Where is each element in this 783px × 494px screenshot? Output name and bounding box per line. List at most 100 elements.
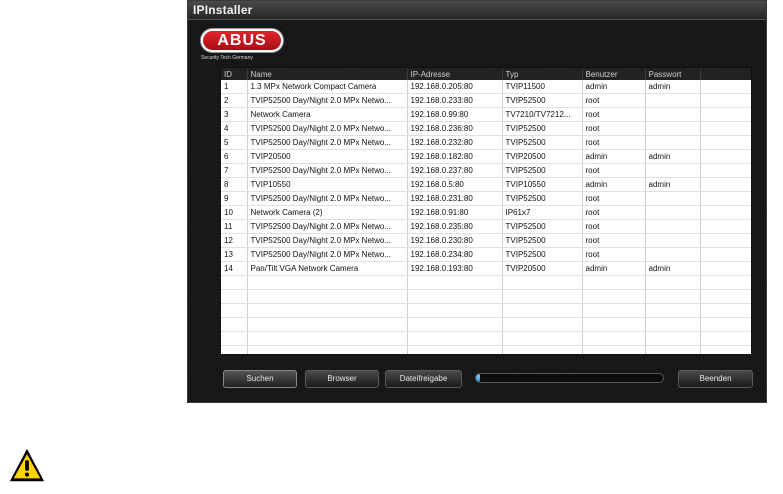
table-cell [582, 303, 646, 318]
table-row[interactable] [221, 303, 751, 318]
table-cell: TVIP52500 Day/Night 2.0 MPx Netwo... [247, 191, 408, 206]
table-cell [700, 107, 751, 122]
table-cell: TVIP52500 [502, 233, 583, 248]
table-cell [582, 317, 646, 332]
table-cell: 6 [221, 149, 248, 164]
exit-button[interactable]: Beenden [678, 370, 753, 388]
table-cell [645, 345, 701, 354]
table-cell [700, 80, 751, 94]
table-cell [645, 93, 701, 108]
table-cell [502, 275, 583, 290]
table-cell [247, 289, 408, 304]
table-row[interactable]: 5 TVIP52500 Day/Night 2.0 MPx Netwo... 192… [221, 135, 751, 150]
table-cell [700, 289, 751, 304]
device-table: ID Name IP-Adresse Typ Benutzer Passwort 1 1.3… [221, 68, 751, 354]
table-cell [221, 303, 248, 318]
table-cell [221, 317, 248, 332]
column-header[interactable]: Name [247, 68, 408, 80]
table-cell [645, 191, 701, 206]
table-cell: 192.168.0.5:80 [407, 177, 503, 192]
table-cell: admin [582, 261, 646, 276]
table-cell: TVIP20500 [247, 149, 408, 164]
table-cell [221, 275, 248, 290]
table-row[interactable]: 13 TVIP52500 Day/Night 2.0 MPx Netwo... 19… [221, 247, 751, 262]
table-row[interactable]: 6 TVIP20500 192.168.0.182:80 TVIP20500 admin… [221, 149, 751, 164]
table-cell [645, 135, 701, 150]
table-cell [700, 135, 751, 150]
table-cell [700, 149, 751, 164]
table-cell: root [582, 121, 646, 136]
table-row[interactable]: 2 TVIP52500 Day/Night 2.0 MPx Netwo... 192… [221, 93, 751, 108]
table-cell [502, 345, 583, 354]
table-row[interactable]: 11 TVIP52500 Day/Night 2.0 MPx Netwo... 19… [221, 219, 751, 234]
table-row[interactable]: 8 TVIP10550 192.168.0.5:80 TVIP10550 admin ad… [221, 177, 751, 192]
column-header[interactable]: Typ [502, 68, 583, 80]
table-cell: root [582, 247, 646, 262]
table-cell: TVIP52500 [502, 93, 583, 108]
column-header[interactable]: Benutzer [582, 68, 646, 80]
title-bar[interactable]: IPInstaller [188, 1, 766, 20]
table-row[interactable] [221, 331, 751, 346]
table-cell [645, 107, 701, 122]
table-cell: Network Camera [247, 107, 408, 122]
table-row[interactable]: 3 Network Camera 192.168.0.99:80 TV7210/TV7… [221, 107, 751, 122]
table-row[interactable] [221, 275, 751, 290]
window-title: IPInstaller [193, 3, 253, 17]
table-row[interactable]: 7 TVIP52500 Day/Night 2.0 MPx Netwo... 192… [221, 163, 751, 178]
table-cell: 192.168.0.193:80 [407, 261, 503, 276]
column-header[interactable] [700, 68, 751, 80]
table-cell: TVIP52500 Day/Night 2.0 MPx Netwo... [247, 219, 408, 234]
table-cell [645, 163, 701, 178]
table-cell: 192.168.0.237:80 [407, 163, 503, 178]
table-cell: 1 [221, 80, 248, 94]
table-cell: root [582, 233, 646, 248]
table-cell [700, 191, 751, 206]
column-header[interactable]: ID [221, 68, 248, 80]
table-cell [502, 317, 583, 332]
table-cell [645, 233, 701, 248]
table-row[interactable]: 10 Network Camera (2) 192.168.0.91:80 IP61x… [221, 205, 751, 220]
device-list[interactable]: ID Name IP-Adresse Typ Benutzer Passwort 1 1.3… [220, 67, 752, 355]
table-row[interactable]: 14 Pan/Tilt VGA Network Camera 192.168.0.1… [221, 261, 751, 276]
table-cell: admin [645, 149, 701, 164]
table-cell [700, 219, 751, 234]
table-row[interactable]: 12 TVIP52500 Day/Night 2.0 MPx Netwo... 19… [221, 233, 751, 248]
table-row[interactable] [221, 289, 751, 304]
table-cell [700, 303, 751, 318]
table-row[interactable] [221, 345, 751, 354]
table-cell: TVIP20500 [502, 149, 583, 164]
table-cell [247, 317, 408, 332]
table-cell: TVIP52500 Day/Night 2.0 MPx Netwo... [247, 233, 408, 248]
column-header[interactable]: Passwort [645, 68, 701, 80]
table-cell: admin [645, 261, 701, 276]
table-cell [645, 275, 701, 290]
table-cell: root [582, 163, 646, 178]
file-share-button[interactable]: Dateifreigabe [385, 370, 462, 388]
table-row[interactable]: 9 TVIP52500 Day/Night 2.0 MPx Netwo... 192… [221, 191, 751, 206]
table-cell: 7 [221, 163, 248, 178]
table-cell [645, 289, 701, 304]
table-cell: root [582, 93, 646, 108]
table-cell [502, 303, 583, 318]
table-cell: 192.168.0.205:80 [407, 80, 503, 94]
table-cell: 192.168.0.235:80 [407, 219, 503, 234]
table-cell: root [582, 191, 646, 206]
table-cell: TVIP52500 [502, 191, 583, 206]
table-row[interactable]: 4 TVIP52500 Day/Night 2.0 MPx Netwo... 192… [221, 121, 751, 136]
browser-button[interactable]: Browser [305, 370, 379, 388]
table-cell [700, 163, 751, 178]
search-progress-bar [475, 373, 664, 383]
table-cell: 4 [221, 121, 248, 136]
column-header[interactable]: IP-Adresse [407, 68, 503, 80]
ipinstaller-window: IPInstaller ABUS Security Tech Germany I… [187, 0, 767, 403]
table-body: 1 1.3 MPx Network Compact Camera 192.168.0… [221, 80, 751, 354]
table-cell: TVIP52500 Day/Night 2.0 MPx Netwo... [247, 121, 408, 136]
table-cell: TVIP52500 [502, 135, 583, 150]
table-cell: 192.168.0.236:80 [407, 121, 503, 136]
table-cell [247, 275, 408, 290]
table-row[interactable]: 1 1.3 MPx Network Compact Camera 192.168.0… [221, 80, 751, 94]
table-cell [407, 317, 503, 332]
search-button[interactable]: Suchen [223, 370, 297, 388]
table-row[interactable] [221, 317, 751, 332]
table-cell [502, 331, 583, 346]
